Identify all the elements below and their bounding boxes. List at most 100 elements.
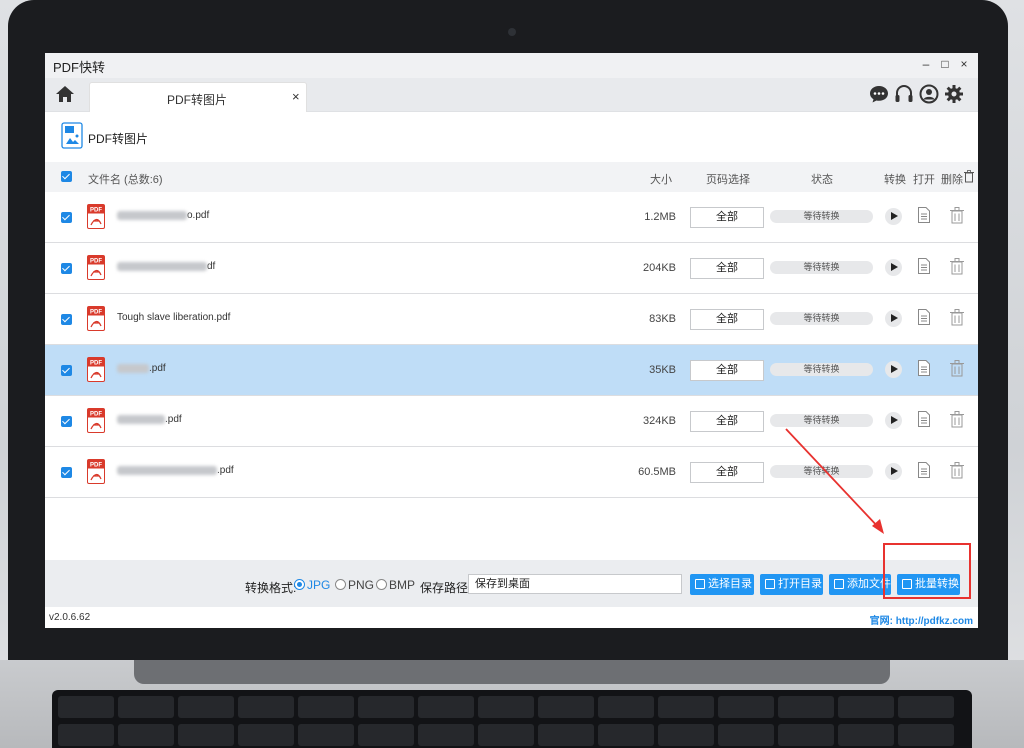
keyboard-key — [298, 724, 354, 746]
save-path-input[interactable]: 保存到桌面 — [468, 574, 682, 594]
table-row[interactable]: PDF Tough slave liberation.pdf 83KB 全部 等… — [45, 294, 978, 345]
open-file-icon[interactable] — [918, 309, 930, 325]
keyboard-key — [58, 696, 114, 718]
convert-play-icon[interactable] — [885, 361, 902, 378]
delete-all-icon[interactable] — [964, 170, 974, 183]
headset-icon[interactable] — [894, 84, 914, 104]
keyboard-key — [118, 724, 174, 746]
column-header-status: 状态 — [811, 174, 833, 186]
svg-text:PDF: PDF — [90, 412, 102, 418]
keyboard-key — [658, 724, 714, 746]
annotation-arrow — [785, 428, 884, 534]
row-checkbox[interactable] — [61, 212, 72, 223]
keyboard-key — [58, 724, 114, 746]
format-label: 转换格式: — [245, 581, 297, 595]
file-name-suffix: .pdf — [149, 363, 166, 374]
table-row[interactable]: PDF o.pdf 1.2MB 全部 等待转换 — [45, 192, 978, 243]
open-file-icon[interactable] — [918, 258, 930, 274]
keyboard-key — [478, 696, 534, 718]
open-file-icon[interactable] — [918, 360, 930, 376]
delete-file-icon[interactable] — [950, 411, 964, 428]
keyboard-key — [898, 724, 954, 746]
format-radio-png[interactable] — [335, 579, 346, 590]
close-window-button[interactable]: × — [957, 57, 971, 71]
file-name-suffix: .pdf — [217, 465, 234, 476]
row-checkbox[interactable] — [61, 467, 72, 478]
open-directory-button[interactable]: 打开目录 — [760, 574, 823, 595]
convert-play-icon[interactable] — [885, 208, 902, 225]
save-path-label: 保存路径: — [420, 581, 472, 595]
select-all-checkbox[interactable] — [61, 171, 72, 182]
file-size: 60.5MB — [638, 466, 676, 478]
delete-file-icon[interactable] — [950, 207, 964, 224]
file-size: 324KB — [642, 415, 676, 427]
add-file-button[interactable]: 添加文件 — [829, 574, 891, 595]
redacted-filename — [117, 414, 165, 424]
user-icon[interactable] — [919, 84, 939, 104]
file-name: .pdf — [117, 363, 166, 374]
row-checkbox[interactable] — [61, 263, 72, 274]
keyboard-key — [778, 696, 834, 718]
page-range-select[interactable]: 全部 — [690, 411, 764, 432]
open-file-icon[interactable] — [918, 462, 930, 478]
folder-save-icon — [695, 579, 705, 589]
status-bar: v2.0.6.62 官网: http://pdfkz.com — [45, 607, 978, 628]
format-radio-jpg[interactable] — [294, 579, 305, 590]
status-badge: 等待转换 — [770, 363, 873, 376]
keyboard-key — [778, 724, 834, 746]
home-icon[interactable] — [55, 84, 75, 104]
page-range-select[interactable]: 全部 — [690, 360, 764, 381]
page-range-select[interactable]: 全部 — [690, 207, 764, 228]
plus-icon — [834, 579, 844, 589]
convert-play-icon[interactable] — [885, 310, 902, 327]
svg-text:PDF: PDF — [90, 361, 102, 367]
keyboard-key — [598, 724, 654, 746]
keyboard-key — [538, 724, 594, 746]
convert-play-icon[interactable] — [885, 259, 902, 276]
column-header-pages: 页码选择 — [706, 174, 750, 186]
open-file-icon[interactable] — [918, 207, 930, 223]
delete-file-icon[interactable] — [950, 258, 964, 275]
keyboard-key — [358, 696, 414, 718]
row-checkbox[interactable] — [61, 365, 72, 376]
settings-icon[interactable] — [944, 84, 964, 104]
row-checkbox[interactable] — [61, 416, 72, 427]
status-badge: 等待转换 — [770, 261, 873, 274]
svg-text:PDF: PDF — [90, 259, 102, 265]
keyboard-key — [478, 724, 534, 746]
title-bar: PDF快转 – □ × — [45, 53, 978, 78]
delete-file-icon[interactable] — [950, 309, 964, 326]
tab-close-icon[interactable]: × — [292, 89, 300, 104]
table-row[interactable]: PDF .pdf 35KB 全部 等待转换 — [45, 345, 978, 396]
delete-file-icon[interactable] — [950, 462, 964, 479]
delete-file-icon[interactable] — [950, 360, 964, 377]
choose-directory-button[interactable]: 选择目录 — [690, 574, 754, 595]
keyboard-key — [298, 696, 354, 718]
file-name: .pdf — [117, 465, 234, 476]
page-range-select[interactable]: 全部 — [690, 258, 764, 279]
page-range-select[interactable]: 全部 — [690, 462, 764, 483]
tab-bar: PDF转图片 × — [45, 78, 978, 112]
keyboard-key — [418, 724, 474, 746]
chat-icon[interactable] — [869, 84, 889, 104]
page-range-select[interactable]: 全部 — [690, 309, 764, 330]
open-file-icon[interactable] — [918, 411, 930, 427]
website-link[interactable]: 官网: http://pdfkz.com — [870, 612, 973, 627]
file-size: 204KB — [642, 262, 676, 274]
table-row[interactable]: PDF df 204KB 全部 等待转换 — [45, 243, 978, 294]
maximize-button[interactable]: □ — [938, 57, 952, 71]
keyboard-key — [178, 696, 234, 718]
format-radio-bmp[interactable] — [376, 579, 387, 590]
file-name: Tough slave liberation.pdf — [117, 312, 230, 323]
svg-text:PDF: PDF — [90, 310, 102, 316]
keyboard-key — [238, 724, 294, 746]
pdf-to-image-icon — [61, 122, 83, 149]
bottom-toolbar: 转换格式: JPG PNG BMP 保存路径: 保存到桌面 选择目录 打开目录 … — [45, 560, 978, 607]
keyboard-key — [898, 696, 954, 718]
minimize-button[interactable]: – — [919, 57, 933, 71]
tab-pdf-to-image[interactable]: PDF转图片 × — [89, 82, 307, 112]
row-checkbox[interactable] — [61, 314, 72, 325]
format-label-jpg: JPG — [307, 578, 331, 592]
format-label-png: PNG — [348, 578, 375, 592]
pdf-file-icon: PDF — [87, 306, 105, 331]
